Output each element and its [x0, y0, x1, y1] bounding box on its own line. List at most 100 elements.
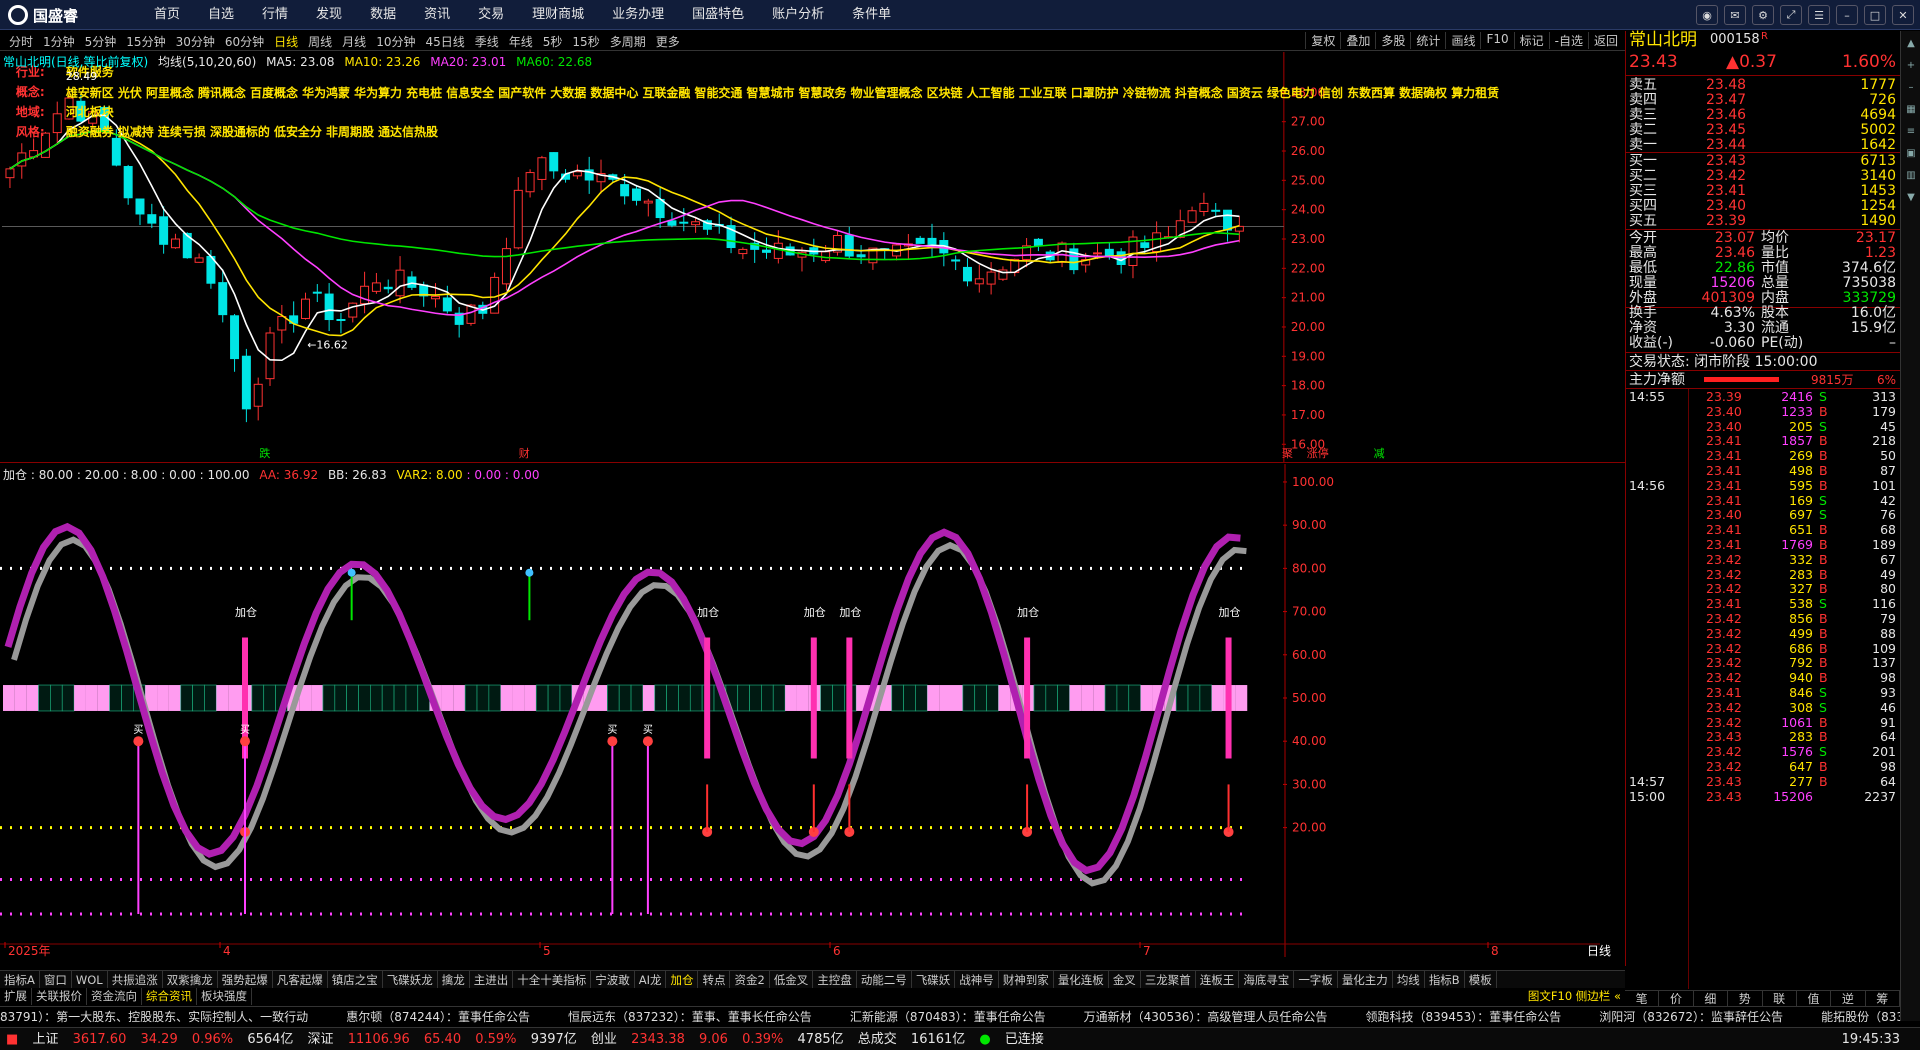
ticks-tab-6[interactable]: 逆	[1831, 991, 1866, 1006]
indicator-tab-15[interactable]: 转点	[698, 971, 731, 988]
period-11[interactable]: 季线	[470, 33, 504, 50]
period-7[interactable]: 周线	[303, 33, 337, 50]
menu-item-6[interactable]: 交易	[464, 0, 518, 30]
chart-tool-8[interactable]: 返回	[1587, 32, 1623, 49]
period-13[interactable]: 5秒	[538, 33, 568, 50]
minimize-icon[interactable]: –	[1836, 5, 1858, 25]
indicator-tab-26[interactable]: 连板王	[1196, 971, 1240, 988]
news-item[interactable]: 惠尔顿（874244）：董事任命公告	[346, 1010, 530, 1024]
chart-tool-3[interactable]: 统计	[1410, 32, 1445, 49]
indicator-tab-22[interactable]: 财神到家	[999, 971, 1054, 988]
close-icon[interactable]: ✕	[1892, 5, 1914, 25]
indicator-chart[interactable]: 100.00 90.00 80.00 70.00 60.00 50.00 40.00 30.0…	[0, 464, 1625, 957]
ticks-tab-7[interactable]: 筹	[1866, 991, 1900, 1006]
info-tab-0[interactable]: 扩展	[0, 988, 32, 1005]
chart-icon[interactable]: ▦	[1902, 101, 1920, 119]
ticks-tab-4[interactable]: 联	[1763, 991, 1797, 1006]
indicator-tab-6[interactable]: 凡客起爆	[273, 971, 328, 988]
menu-item-10[interactable]: 账户分析	[758, 0, 838, 30]
indicator-tab-29[interactable]: 量化主力	[1338, 971, 1393, 988]
ticks-tab-3[interactable]: 势	[1728, 991, 1763, 1006]
indicator-tab-18[interactable]: 主控盘	[813, 971, 857, 988]
candlestick-chart[interactable]: 28.0027.0026.0025.0024.0023.0022.0021.00…	[0, 52, 1625, 463]
period-10[interactable]: 45日线	[420, 33, 469, 50]
delete-icon[interactable]: –	[1902, 79, 1920, 97]
period-16[interactable]: 更多	[651, 33, 685, 50]
chat-icon[interactable]: ◉	[1696, 5, 1718, 25]
ticks-tab-2[interactable]: 细	[1694, 991, 1729, 1006]
indicator-tab-25[interactable]: 三龙聚首	[1141, 971, 1196, 988]
list-icon[interactable]: ≡	[1902, 123, 1920, 141]
indicator-tab-19[interactable]: 动能二号	[857, 971, 912, 988]
info-tab-1[interactable]: 关联报价	[32, 988, 87, 1005]
news-item[interactable]: 汇新能源（870483）：董事任命公告	[850, 1010, 1046, 1024]
period-2[interactable]: 5分钟	[80, 33, 122, 50]
message-icon[interactable]: ✉	[1724, 5, 1746, 25]
period-14[interactable]: 15秒	[567, 33, 604, 50]
f10-sidebar-toggle[interactable]: 图文F10 侧边栏 «	[1524, 988, 1625, 1005]
menu-item-3[interactable]: 发现	[302, 0, 356, 30]
info-tab-3[interactable]: 综合资讯	[142, 988, 197, 1005]
indicator-tab-28[interactable]: 一字板	[1294, 971, 1338, 988]
settings-icon[interactable]: ⚙	[1752, 5, 1774, 25]
news-item[interactable]: 浏阳河（832672）：监事辞任公告	[1599, 1010, 1783, 1024]
indicator-tab-17[interactable]: 低金叉	[770, 971, 814, 988]
menu-item-8[interactable]: 业务办理	[598, 0, 678, 30]
news-item[interactable]: 83791）：第一大股东、控股股东、实际控制人、一致行动	[0, 1010, 308, 1024]
chart-tool-4[interactable]: 画线	[1445, 32, 1480, 49]
news-item[interactable]: 恒辰远东（837232）：董事、董事长任命公告	[568, 1010, 812, 1024]
ticks-tab-1[interactable]: 价	[1659, 991, 1694, 1006]
period-15[interactable]: 多周期	[605, 33, 651, 50]
chart-tool-6[interactable]: 标记	[1513, 32, 1549, 49]
add-icon[interactable]: +	[1902, 57, 1920, 75]
arrow-down-icon[interactable]: ▼	[1902, 189, 1920, 207]
period-4[interactable]: 30分钟	[171, 33, 220, 50]
indicator-tab-11[interactable]: 十全十美指标	[513, 971, 592, 988]
indicator-tab-20[interactable]: 飞碟妖	[912, 971, 956, 988]
period-3[interactable]: 15分钟	[121, 33, 170, 50]
grid-icon[interactable]: ▣	[1902, 145, 1920, 163]
maximize-icon[interactable]: □	[1864, 5, 1886, 25]
bars-icon[interactable]: ▥	[1902, 167, 1920, 185]
menu-item-9[interactable]: 国盛特色	[678, 0, 758, 30]
menu-item-5[interactable]: 资讯	[410, 0, 464, 30]
indicator-tab-13[interactable]: AI龙	[635, 971, 667, 988]
menu-icon[interactable]: ☰	[1808, 5, 1830, 25]
period-12[interactable]: 年线	[504, 33, 538, 50]
indicator-tab-5[interactable]: 强势起爆	[218, 971, 273, 988]
menu-item-7[interactable]: 理财商城	[518, 0, 598, 30]
indicator-tab-30[interactable]: 均线	[1393, 971, 1425, 988]
indicator-tab-16[interactable]: 资金2	[730, 971, 770, 988]
period-5[interactable]: 60分钟	[220, 33, 269, 50]
indicator-tab-9[interactable]: 擒龙	[438, 971, 470, 988]
period-9[interactable]: 10分钟	[371, 33, 420, 50]
news-item[interactable]: 万通新材（430536）：高级管理人员任命公告	[1084, 1010, 1328, 1024]
indicator-tab-0[interactable]: 指标A	[0, 971, 40, 988]
info-tab-2[interactable]: 资金流向	[87, 988, 142, 1005]
info-tab-4[interactable]: 板块强度	[197, 988, 252, 1005]
indicator-tab-3[interactable]: 共振追涨	[108, 971, 163, 988]
indicator-tab-27[interactable]: 海底寻宝	[1239, 971, 1295, 988]
indicator-tab-23[interactable]: 量化连板	[1054, 971, 1109, 988]
indicator-tab-8[interactable]: 飞碟妖龙	[383, 971, 438, 988]
indicator-tab-31[interactable]: 指标B	[1425, 971, 1465, 988]
chart-tool-2[interactable]: 多股	[1375, 32, 1410, 49]
indicator-tab-21[interactable]: 战神号	[955, 971, 999, 988]
period-1[interactable]: 1分钟	[38, 33, 80, 50]
collapse-icon[interactable]: ▲	[1902, 35, 1920, 53]
menu-item-1[interactable]: 自选	[194, 0, 248, 30]
ticks-tab-0[interactable]: 笔	[1625, 991, 1660, 1006]
ticks-tab-5[interactable]: 值	[1797, 991, 1832, 1006]
indicator-tab-2[interactable]: WOL	[72, 971, 108, 988]
indicator-tab-1[interactable]: 窗口	[40, 971, 72, 988]
menu-item-4[interactable]: 数据	[356, 0, 410, 30]
fullscreen-icon[interactable]: ⤢	[1780, 5, 1802, 25]
indicator-tab-10[interactable]: 主进出	[470, 971, 514, 988]
indicator-tab-7[interactable]: 镇店之宝	[328, 971, 383, 988]
news-item[interactable]: 能拓股份（83365	[1821, 1010, 1900, 1024]
menu-item-11[interactable]: 条件单	[838, 0, 905, 30]
menu-item-2[interactable]: 行情	[248, 0, 302, 30]
period-8[interactable]: 月线	[337, 33, 371, 50]
period-6[interactable]: 日线	[269, 33, 303, 50]
chart-tool-5[interactable]: F10	[1480, 32, 1513, 49]
